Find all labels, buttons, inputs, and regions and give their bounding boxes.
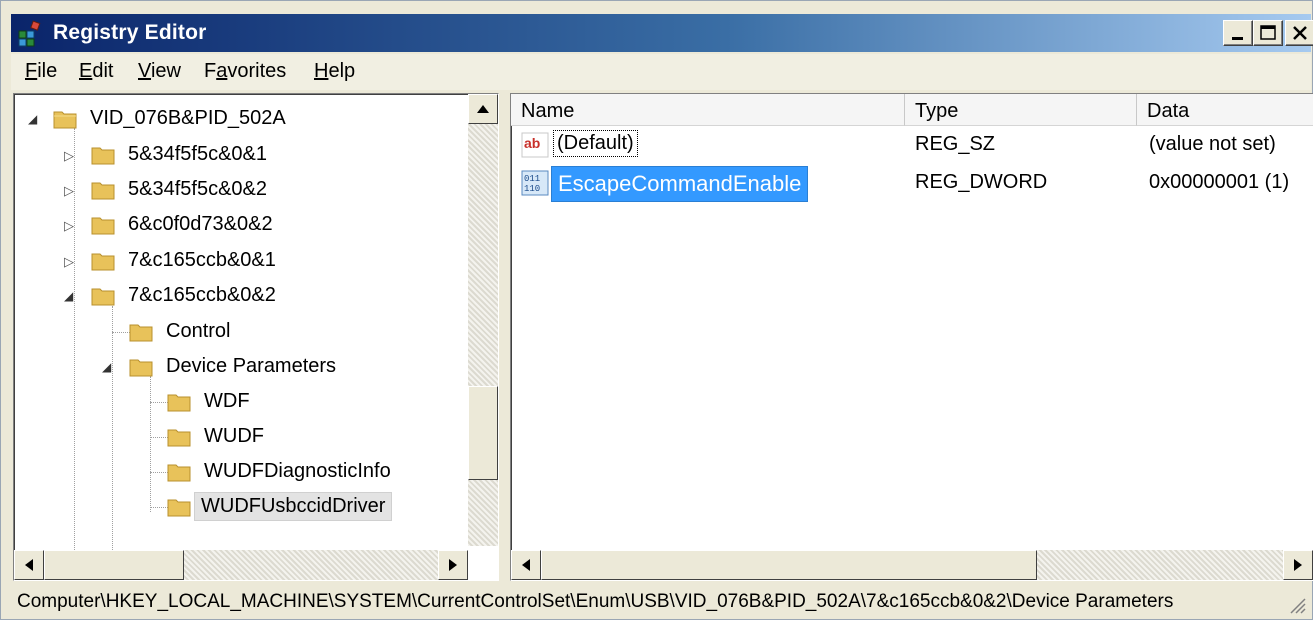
scroll-right-button[interactable] (438, 550, 468, 580)
tree-node-label: 6&c0f0d73&0&2 (128, 213, 273, 235)
expand-icon[interactable]: ▷ (64, 218, 74, 234)
menu-favorites-rest: vorites (227, 60, 287, 82)
scroll-right-button[interactable] (1283, 550, 1313, 580)
string-value-icon: ab (521, 132, 549, 158)
close-icon (1293, 26, 1307, 40)
value-row[interactable]: ab (Default) REG_SZ (value not set) (511, 128, 1311, 162)
expand-icon[interactable]: ▷ (64, 148, 74, 164)
folder-icon (91, 147, 115, 165)
value-type: REG_SZ (915, 133, 996, 155)
pane-splitter[interactable] (499, 93, 510, 581)
folder-icon (91, 217, 115, 235)
value-name: (Default) (553, 130, 638, 157)
expand-icon[interactable]: ▷ (64, 254, 74, 270)
menu-favorites-accel: a (216, 60, 228, 82)
minimize-button[interactable] (1223, 20, 1253, 46)
tree-node-label: 7&c165ccb&0&1 (128, 249, 276, 271)
folder-icon (167, 429, 191, 447)
scroll-thumb[interactable] (44, 550, 184, 580)
menu-view-rest: iew (150, 60, 181, 82)
maximize-icon (1260, 25, 1276, 40)
folder-icon (91, 288, 115, 306)
tree-node-label: WDF (204, 390, 250, 412)
svg-text:ab: ab (524, 135, 540, 151)
folder-icon (53, 111, 77, 129)
status-bar: Computer\HKEY_LOCAL_MACHINE\SYSTEM\Curre… (11, 587, 1311, 619)
binary-value-icon: 011 110 (521, 170, 549, 196)
value-row-selected[interactable]: 011 110 EscapeCommandEnable REG_DWORD 0x… (511, 166, 1311, 202)
registry-editor-window: Registry Editor File Edit View Favorites… (0, 0, 1313, 620)
arrow-left-icon (522, 559, 530, 571)
expand-icon[interactable]: ▷ (64, 183, 74, 199)
folder-icon (129, 359, 153, 377)
svg-text:011: 011 (524, 174, 540, 184)
tree-connector-line (150, 376, 151, 512)
menu-file-accel: F (25, 60, 38, 82)
menu-edit-rest: dit (92, 60, 114, 82)
tree-node-label: WUDFDiagnosticInfo (204, 460, 391, 482)
maximize-button[interactable] (1253, 20, 1283, 46)
value-data: (value not set) (1149, 133, 1276, 155)
folder-icon (167, 464, 191, 482)
tree-node-label: 7&c165ccb&0&2 (128, 284, 276, 306)
scroll-left-button[interactable] (511, 550, 541, 580)
collapse-icon[interactable]: ◢ (102, 360, 111, 374)
menu-edit[interactable]: Edit (79, 60, 113, 83)
arrow-up-icon (477, 105, 489, 113)
collapse-icon[interactable]: ◢ (64, 289, 73, 303)
registry-editor-icon (18, 20, 41, 47)
column-header-data[interactable]: Data (1137, 94, 1313, 126)
value-data: 0x00000001 (1) (1149, 171, 1290, 193)
title-bar[interactable]: Registry Editor (11, 14, 1313, 52)
values-list-pane[interactable]: Name Type Data ab (Default) REG_SZ (valu… (510, 93, 1313, 581)
menu-file-rest: ile (37, 60, 58, 82)
key-tree-pane[interactable]: ◢ VID_076B&PID_502A ▷ 5&34f5f5c&0&1 ▷ 5&… (13, 93, 499, 581)
tree-horizontal-scrollbar[interactable] (14, 550, 468, 580)
minimize-icon (1232, 37, 1243, 40)
tree-vertical-scrollbar[interactable] (468, 94, 498, 546)
tree-node-label: WUDFUsbccidDriver (194, 492, 393, 521)
value-type: REG_DWORD (915, 171, 1048, 193)
arrow-left-icon (25, 559, 33, 571)
menu-edit-accel: E (79, 60, 93, 82)
tree-connector-line (74, 128, 75, 560)
scroll-thumb[interactable] (541, 550, 1037, 580)
menu-help-rest: elp (328, 60, 356, 82)
menu-help-accel: H (314, 60, 329, 82)
column-header-type[interactable]: Type (905, 94, 1137, 126)
list-horizontal-scrollbar[interactable] (511, 550, 1313, 580)
resize-grip-icon[interactable] (1287, 595, 1307, 615)
folder-icon (167, 394, 191, 412)
folder-icon (91, 253, 115, 271)
menu-help[interactable]: Help (314, 60, 355, 83)
arrow-right-icon (1294, 559, 1302, 571)
svg-text:110: 110 (524, 184, 540, 194)
tree-node-label: 5&34f5f5c&0&2 (128, 178, 267, 200)
folder-icon (91, 182, 115, 200)
tree-node-label: Device Parameters (166, 355, 337, 377)
current-key-path: Computer\HKEY_LOCAL_MACHINE\SYSTEM\Curre… (17, 591, 1174, 612)
menu-favorites[interactable]: Favorites (204, 60, 286, 83)
folder-icon (167, 499, 191, 517)
tree-connector-line (112, 306, 113, 560)
folder-icon (129, 324, 153, 342)
scroll-left-button[interactable] (14, 550, 44, 580)
arrow-right-icon (449, 559, 457, 571)
close-button[interactable] (1285, 20, 1313, 46)
column-header-name[interactable]: Name (511, 94, 905, 126)
scroll-up-button[interactable] (468, 94, 498, 124)
scroll-thumb[interactable] (468, 386, 498, 480)
collapse-icon[interactable]: ◢ (28, 112, 37, 126)
window-title: Registry Editor (53, 21, 207, 44)
tree-node-label: WUDF (204, 425, 264, 447)
menu-view-accel: V (138, 60, 151, 82)
tree-node-label: Control (166, 320, 231, 342)
menu-view[interactable]: View (138, 60, 181, 83)
value-name: EscapeCommandEnable (551, 166, 809, 202)
tree-node-label: VID_076B&PID_502A (90, 107, 286, 129)
menu-favorites-pre: F (204, 60, 217, 82)
tree-node-label: 5&34f5f5c&0&1 (128, 143, 267, 165)
menu-file[interactable]: File (25, 60, 57, 83)
menu-bar: File Edit View Favorites Help (11, 54, 1311, 90)
